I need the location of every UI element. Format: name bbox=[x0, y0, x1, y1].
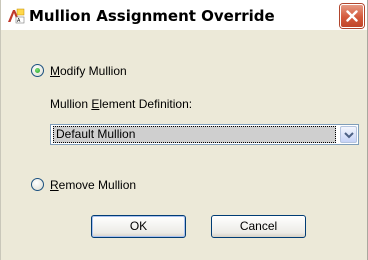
chevron-down-icon bbox=[344, 132, 354, 139]
dialog-window: A Mullion Assignment Override Modify Mul… bbox=[0, 0, 368, 260]
modify-mullion-label[interactable]: Modify Mullion bbox=[50, 64, 127, 78]
mnemonic-r: R bbox=[50, 178, 59, 192]
modify-mullion-radio[interactable] bbox=[31, 64, 44, 77]
remove-mullion-label[interactable]: Remove Mullion bbox=[50, 178, 136, 192]
autocad-architecture-icon: A bbox=[7, 8, 25, 24]
ok-button[interactable]: OK bbox=[91, 215, 186, 238]
title-bar[interactable]: A Mullion Assignment Override bbox=[1, 0, 367, 30]
element-definition-select[interactable]: Default Mullion bbox=[50, 124, 359, 145]
close-button[interactable] bbox=[340, 4, 364, 28]
dropdown-button[interactable] bbox=[340, 126, 357, 143]
radio-selected-dot bbox=[35, 68, 40, 73]
selected-definition-value: Default Mullion bbox=[53, 126, 336, 143]
remove-mullion-radio[interactable] bbox=[31, 178, 44, 191]
mnemonic-m: M bbox=[50, 64, 60, 78]
cancel-button[interactable]: Cancel bbox=[211, 215, 306, 238]
dialog-body: Modify Mullion Mullion Element Definitio… bbox=[1, 30, 367, 260]
element-definition-label: Mullion Element Definition: bbox=[50, 97, 193, 111]
dialog-title: Mullion Assignment Override bbox=[29, 7, 275, 25]
close-icon bbox=[346, 10, 358, 22]
